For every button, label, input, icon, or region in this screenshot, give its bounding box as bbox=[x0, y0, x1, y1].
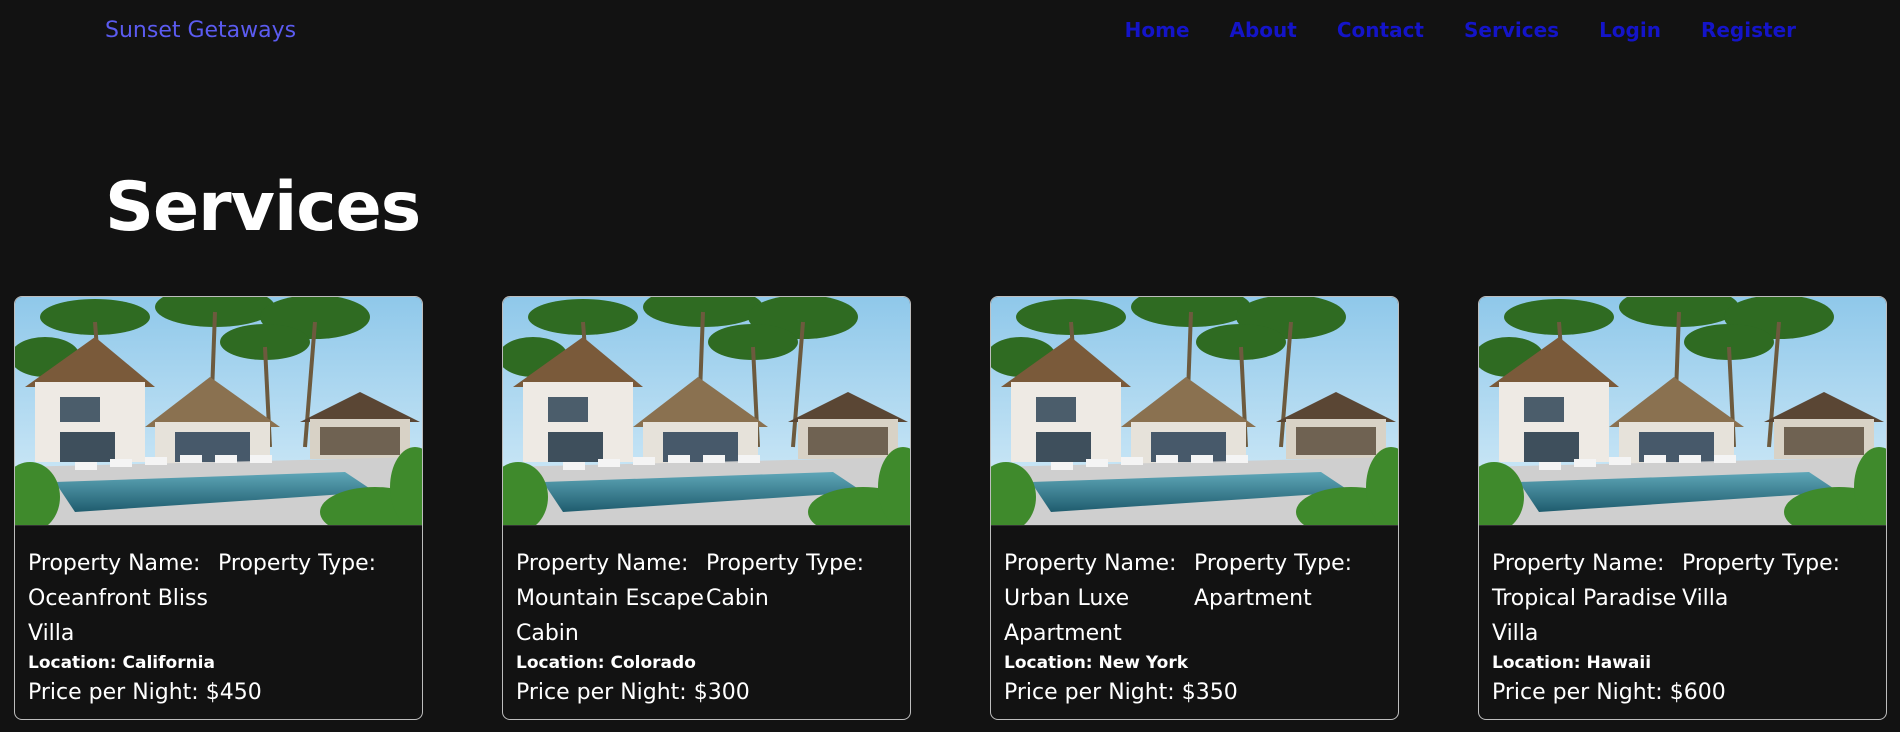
property-name-label: Property Name: bbox=[1492, 551, 1665, 576]
property-name-value: Urban Luxe Apartment bbox=[1004, 586, 1130, 646]
property-location: Location: New York bbox=[1004, 653, 1189, 673]
nav-links: Home About Contact Services Login Regist… bbox=[1085, 18, 1796, 42]
property-type-cell: Property Type: Apartment bbox=[1194, 546, 1385, 651]
property-type-value: Apartment bbox=[1194, 586, 1312, 611]
property-type-cell: Property Type: bbox=[218, 546, 409, 651]
property-price: Price per Night: $600 bbox=[1492, 680, 1726, 705]
property-type-value: Villa bbox=[1682, 586, 1729, 611]
nav-link-login[interactable]: Login bbox=[1599, 18, 1661, 42]
property-price: Price per Night: $450 bbox=[28, 680, 262, 705]
brand-logo-link[interactable]: Sunset Getaways bbox=[105, 18, 296, 43]
property-name-label: Property Name: bbox=[1004, 551, 1177, 576]
property-name-cell: Property Name: Tropical Paradise Villa bbox=[1492, 546, 1682, 651]
property-location: Location: Colorado bbox=[516, 653, 696, 673]
property-name-label: Property Name: bbox=[28, 551, 201, 576]
property-name-type-row: Property Name: Urban Luxe Apartment Prop… bbox=[1004, 546, 1385, 651]
property-name-value: Tropical Paradise Villa bbox=[1492, 586, 1677, 646]
property-card[interactable]: Property Name: Mountain Escape Cabin Pro… bbox=[502, 296, 911, 720]
property-location: Location: California bbox=[28, 653, 215, 673]
property-name-value: Oceanfront Bliss Villa bbox=[28, 586, 208, 646]
property-image bbox=[15, 297, 422, 526]
property-name-cell: Property Name: Mountain Escape Cabin bbox=[516, 546, 706, 651]
property-type-label: Property Type: bbox=[706, 551, 865, 576]
property-name-type-row: Property Name: Oceanfront Bliss Villa Pr… bbox=[28, 546, 409, 651]
property-type-cell: Property Type: Villa bbox=[1682, 546, 1873, 651]
property-name-type-row: Property Name: Mountain Escape Cabin Pro… bbox=[516, 546, 897, 651]
property-price: Price per Night: $350 bbox=[1004, 680, 1238, 705]
property-image bbox=[503, 297, 910, 526]
property-type-label: Property Type: bbox=[1194, 551, 1353, 576]
property-card-body: Property Name: Tropical Paradise Villa P… bbox=[1479, 526, 1886, 711]
nav-link-services[interactable]: Services bbox=[1464, 18, 1559, 42]
property-image bbox=[1479, 297, 1886, 526]
property-name-value: Mountain Escape Cabin bbox=[516, 586, 704, 646]
property-type-value: Cabin bbox=[706, 586, 769, 611]
property-card-body: Property Name: Oceanfront Bliss Villa Pr… bbox=[15, 526, 422, 711]
property-type-cell: Property Type: Cabin bbox=[706, 546, 897, 651]
property-name-cell: Property Name: Oceanfront Bliss Villa bbox=[28, 546, 218, 651]
nav-link-register[interactable]: Register bbox=[1701, 18, 1796, 42]
nav-link-about[interactable]: About bbox=[1230, 18, 1297, 42]
property-image bbox=[991, 297, 1398, 526]
property-card[interactable]: Property Name: Urban Luxe Apartment Prop… bbox=[990, 296, 1399, 720]
property-type-label: Property Type: bbox=[1682, 551, 1841, 576]
nav-link-home[interactable]: Home bbox=[1125, 18, 1190, 42]
property-card[interactable]: Property Name: Oceanfront Bliss Villa Pr… bbox=[14, 296, 423, 720]
property-card[interactable]: Property Name: Tropical Paradise Villa P… bbox=[1478, 296, 1887, 720]
property-location: Location: Hawaii bbox=[1492, 653, 1652, 673]
property-card-body: Property Name: Mountain Escape Cabin Pro… bbox=[503, 526, 910, 711]
top-navbar: Sunset Getaways Home About Contact Servi… bbox=[0, 0, 1900, 64]
property-card-body: Property Name: Urban Luxe Apartment Prop… bbox=[991, 526, 1398, 711]
nav-link-contact[interactable]: Contact bbox=[1337, 18, 1424, 42]
property-name-cell: Property Name: Urban Luxe Apartment bbox=[1004, 546, 1194, 651]
page-title: Services bbox=[105, 168, 421, 247]
property-price: Price per Night: $300 bbox=[516, 680, 750, 705]
property-type-label: Property Type: bbox=[218, 551, 377, 576]
property-name-label: Property Name: bbox=[516, 551, 689, 576]
property-name-type-row: Property Name: Tropical Paradise Villa P… bbox=[1492, 546, 1873, 651]
